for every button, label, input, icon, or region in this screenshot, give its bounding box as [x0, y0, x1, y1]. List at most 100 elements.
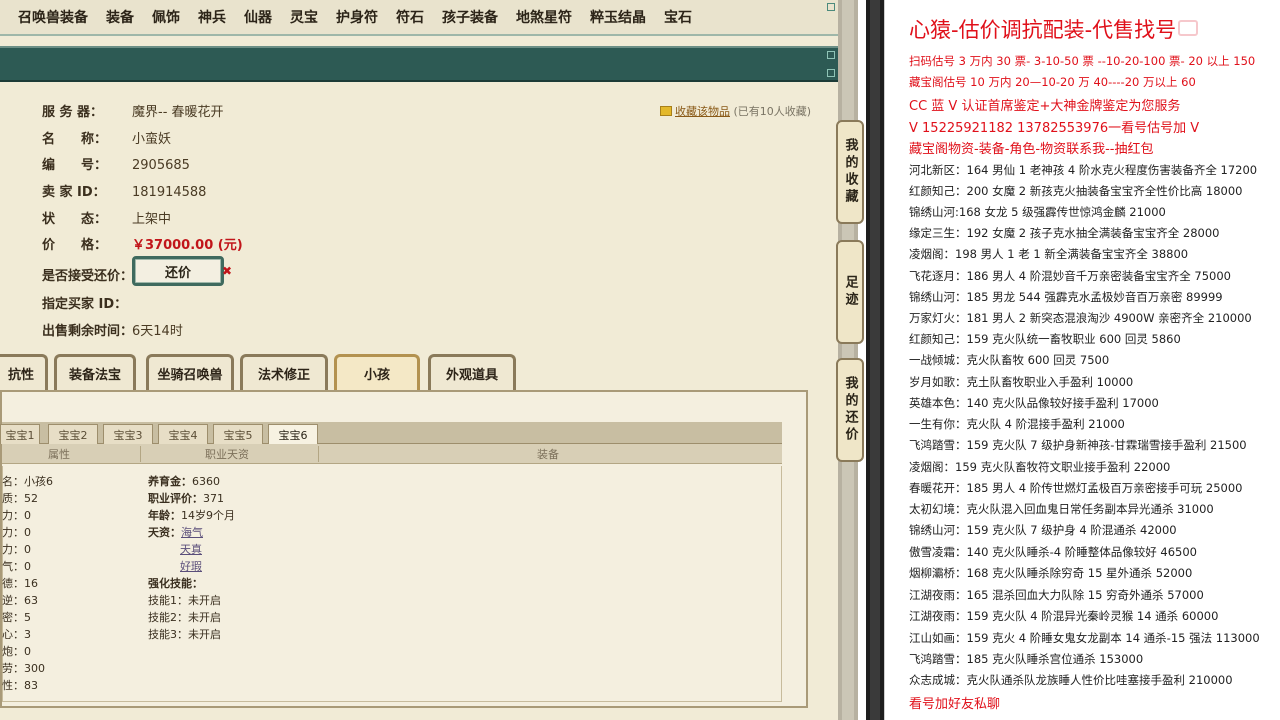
side-tab-my-bids[interactable]: 我的还价: [836, 358, 864, 462]
age-value: 14岁9个月: [181, 509, 235, 522]
id-row: 编 号： 2905685: [42, 154, 190, 173]
attr-row: 德：16: [2, 577, 38, 590]
doc-line: 万家灯火：181 男人 2 新突态混浪淘沙 4900W 亲密齐全 210000: [909, 311, 1252, 325]
side-tab-label: 足迹: [842, 275, 858, 309]
status-label: 状 态：: [42, 212, 108, 227]
doc-line: 藏宝阁估号 10 万内 20—10-20 万 40----20 万以上 60: [909, 75, 1196, 89]
doc-line: 凌烟阁：159 克火队畜牧符文职业接手盈利 22000: [909, 460, 1171, 474]
tab-mount-summon[interactable]: 坐骑召唤兽: [146, 354, 234, 390]
time-row: 出售剩余时间：6天14时: [42, 320, 183, 339]
pingjia-label: 职业评价：: [148, 492, 203, 505]
tianzi-link[interactable]: 天真: [180, 543, 202, 556]
subtab-baby6[interactable]: 宝宝6: [268, 424, 318, 444]
favorite-area: 收藏该物品 (已有10人收藏): [660, 103, 811, 119]
corner-ornament: [827, 3, 835, 11]
status-row: 状 态： 上架中: [42, 208, 171, 227]
nav-item[interactable]: 神兵: [189, 7, 235, 27]
name-row: 名 称： 小蛮妖: [42, 128, 171, 147]
side-tab-favorites[interactable]: 我的收藏: [836, 120, 864, 224]
favorite-link[interactable]: 收藏该物品: [675, 105, 730, 118]
header-divider: [318, 446, 319, 462]
doc-line: 春暖花开：185 男人 4 阶传世燃灯孟极百万亲密接手可玩 25000: [909, 481, 1243, 495]
close-icon[interactable]: ✖: [222, 264, 232, 278]
nav-item[interactable]: 符石: [387, 7, 433, 27]
attr-row: 逆：63: [2, 594, 38, 607]
nav-item[interactable]: 宝石: [655, 7, 701, 27]
haggle-button[interactable]: 还价: [132, 256, 224, 286]
doc-line: 一生有你：克火队 4 阶混接手盈利 21000: [909, 417, 1125, 431]
screen: { "nav": ["召唤兽装备","装备","佩饰","神兵","仙器","灵…: [0, 0, 1280, 720]
doc-line: 扫码估号 3 万内 30 票- 3-10-50 票 --10-20-100 票-…: [909, 54, 1256, 68]
doc-line: V 15225921182 13782553976一看号估号加 V: [909, 121, 1200, 136]
child-content: 宝宝1 宝宝2 宝宝3 宝宝4 宝宝5 宝宝6 属性 职业天资 装备 名：小孩6…: [0, 390, 808, 708]
nav-item[interactable]: 灵宝: [281, 7, 327, 27]
price-label: 价 格：: [42, 238, 108, 253]
tianzi-link[interactable]: 海气: [181, 526, 203, 539]
doc-line: 看号加好友私聊: [909, 697, 1001, 712]
favorite-icon: [660, 106, 672, 116]
age-row: 年龄：14岁9个月: [148, 507, 235, 524]
header-attributes: 属性: [48, 448, 70, 461]
pingjia-value: 371: [203, 492, 224, 505]
nav-item[interactable]: 佩饰: [143, 7, 189, 27]
tianzi-row: 天真: [180, 541, 202, 558]
nav-item[interactable]: 孩子装备: [433, 7, 507, 27]
watermark-icon: [1178, 20, 1199, 36]
pingjia-row: 职业评价：371: [148, 490, 224, 507]
name-value: 小蛮妖: [132, 132, 172, 147]
tab-equipment-treasure[interactable]: 装备法宝: [54, 354, 136, 390]
server-value: 魔界-- 春暖花开: [132, 105, 224, 120]
doc-line: 飞鸿踏雪：159 克火队 7 级护身新神孩-甘霖瑞雪接手盈利 21500: [909, 438, 1247, 452]
nav-item[interactable]: 召唤兽装备: [0, 7, 97, 27]
tianzi-link[interactable]: 好瑕: [180, 560, 202, 573]
doc-line: 凌烟阁：198 男人 1 老 1 新全满装备宝宝齐全 38800: [909, 247, 1189, 261]
enhance-skill-row: 强化技能：: [148, 575, 203, 592]
subtab-baby1[interactable]: 宝宝1: [0, 424, 40, 444]
corner-ornament: [827, 51, 835, 59]
doc-line: 岁月如歌：克土队畜牧职业入手盈利 10000: [909, 375, 1134, 389]
attr-row: 名：小孩6: [2, 475, 53, 488]
favorite-count: (已有10人收藏): [733, 105, 812, 118]
tab-spell-correction[interactable]: 法术修正: [240, 354, 328, 390]
attr-row: 性：83: [2, 679, 38, 692]
side-tab-footprints[interactable]: 足迹: [836, 240, 864, 344]
doc-line: 烟柳灞桥：168 克火队睡杀除穷奇 15 星外通杀 52000: [909, 566, 1193, 580]
nav-item[interactable]: 仙器: [235, 7, 281, 27]
enhance-skill-label: 强化技能：: [148, 577, 203, 590]
side-tab-label: 我的收藏: [842, 138, 858, 206]
game-listing-panel: 召唤兽装备 装备 佩饰 神兵 仙器 灵宝 护身符 符石 孩子装备 地煞星符 粹玉…: [0, 0, 840, 720]
tab-resistance[interactable]: 抗性: [0, 354, 48, 390]
attr-row: 心：3: [2, 628, 31, 641]
price-row: 价 格： ￥37000.00 (元): [42, 234, 243, 253]
tianzi-row: 好瑕: [180, 558, 202, 575]
buyer-row: 指定买家 ID：: [42, 293, 132, 312]
seller-value: 181914588: [132, 185, 207, 200]
doc-line: 锦绣山河：159 克火队 7 级护身 4 阶混通杀 42000: [909, 523, 1177, 537]
subtab-baby2[interactable]: 宝宝2: [48, 424, 98, 444]
window-divider: [866, 0, 884, 720]
header-profession: 职业天资: [205, 448, 249, 461]
skill-row: 技能1：未开启: [148, 594, 221, 607]
nav-item[interactable]: 地煞星符: [507, 7, 581, 27]
tab-child[interactable]: 小孩: [334, 354, 420, 390]
attr-row: 力：0: [2, 526, 31, 539]
server-label: 服 务 器：: [42, 105, 104, 120]
tab-appearance[interactable]: 外观道具: [428, 354, 516, 390]
table-body: [2, 466, 782, 702]
nav-item[interactable]: 护身符: [327, 7, 387, 27]
divider-shade: [870, 0, 880, 720]
age-label: 年龄：: [148, 509, 181, 522]
doc-line: 众志成城：克火队通杀队龙族睡人性价比哇塞接手盈利 210000: [909, 673, 1233, 687]
doc-line: 江湖夜雨：159 克火队 4 阶混异光秦岭灵猴 14 通杀 60000: [909, 609, 1219, 623]
nav-item[interactable]: 装备: [97, 7, 143, 27]
doc-line: 太初幻境：克火队混入回血鬼日常任务副本异光通杀 31000: [909, 502, 1214, 516]
document-title: 心猿-估价调抗配装-代售找号: [909, 14, 1199, 44]
doc-line: 傲雪凌霜：140 克火队睡杀-4 阶睡整体品像较好 46500: [909, 545, 1197, 559]
attr-row: 质：52: [2, 492, 38, 505]
nav-item[interactable]: 粹玉结晶: [581, 7, 655, 27]
subtab-baby3[interactable]: 宝宝3: [103, 424, 153, 444]
haggle-label: 是否接受还价：: [42, 269, 134, 284]
id-value: 2905685: [132, 158, 190, 173]
subtab-baby4[interactable]: 宝宝4: [158, 424, 208, 444]
subtab-baby5[interactable]: 宝宝5: [213, 424, 263, 444]
